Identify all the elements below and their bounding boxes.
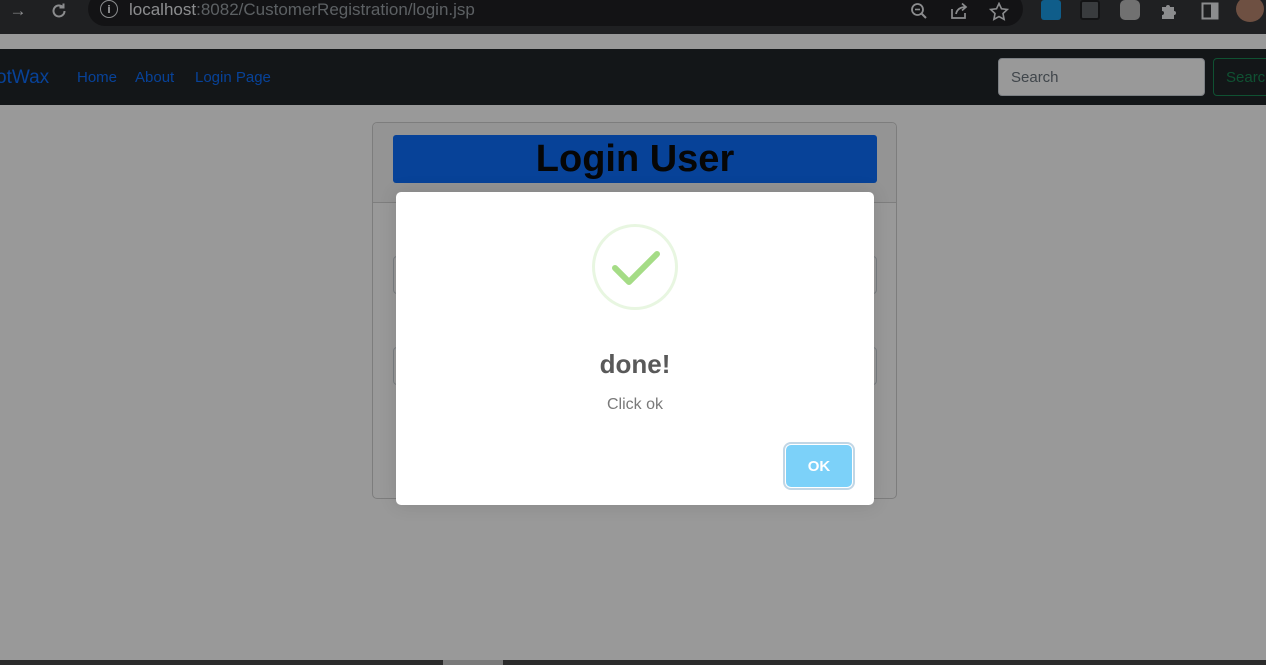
horizontal-scrollbar[interactable] [0, 660, 1266, 665]
modal-title: done! [599, 349, 671, 379]
success-modal: done! Click ok OK [396, 192, 874, 505]
modal-text: Click ok [606, 396, 663, 413]
ok-button[interactable]: OK [786, 445, 852, 487]
scrollbar-thumb[interactable] [443, 660, 503, 665]
checkmark-icon [592, 224, 678, 310]
